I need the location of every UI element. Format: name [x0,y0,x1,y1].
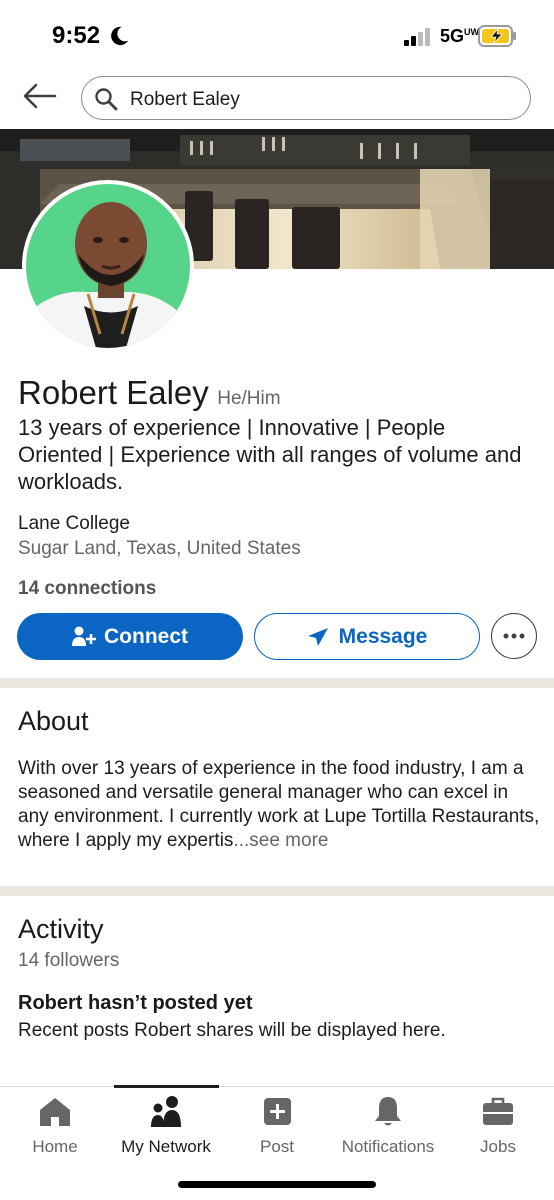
nav-label-home: Home [32,1137,78,1156]
send-icon [307,627,328,646]
status-bar: 9:52 5GUW [0,0,554,72]
profile-pronouns: He/Him [217,388,281,409]
signal-icon [404,28,430,46]
nav-notifications[interactable]: Notifications [333,1095,443,1157]
battery-charging-icon [478,25,516,47]
connections-count[interactable]: 14 connections [18,578,156,600]
about-title: About [18,706,89,736]
profile-name: Robert Ealey [18,374,209,411]
section-divider [0,678,554,688]
about-text[interactable]: With over 13 years of experience in the … [18,757,540,853]
profile-avatar[interactable] [22,180,194,352]
ellipsis-icon [503,633,525,639]
no-posts-subtitle: Recent posts Robert shares will be displ… [18,1020,446,1041]
home-indicator [178,1181,376,1188]
more-options-button[interactable] [491,613,537,659]
nav-label-jobs: Jobs [480,1137,516,1156]
see-more-link[interactable]: ...see more [233,830,328,851]
message-button[interactable]: Message [254,613,480,660]
avatar-photo [26,184,190,348]
nav-active-indicator [114,1085,219,1088]
activity-title: Activity [18,914,104,944]
add-person-icon [72,626,96,646]
profile-location: Sugar Land, Texas, United States [18,538,301,559]
no-posts-title: Robert hasn’t posted yet [18,992,253,1014]
briefcase-icon [483,1097,513,1125]
moon-icon [111,26,129,46]
nav-post[interactable]: Post [222,1095,332,1157]
nav-my-network[interactable]: My Network [111,1095,221,1157]
search-icon [95,88,118,111]
message-label: Message [338,624,428,648]
nav-jobs[interactable]: Jobs [443,1095,553,1157]
nav-label-my-network: My Network [121,1137,211,1156]
post-icon [264,1098,291,1125]
section-divider [0,886,554,896]
bell-icon [375,1097,401,1126]
connect-button[interactable]: Connect [17,613,243,660]
nav-label-notifications: Notifications [341,1137,435,1156]
back-arrow-icon[interactable] [22,82,58,110]
profile-name-line: Robert Ealey He/Him [18,374,281,412]
status-time: 9:52 [52,22,101,49]
network-icon [151,1096,181,1127]
profile-school[interactable]: Lane College [18,513,130,535]
search-query: Robert Ealey [130,89,240,110]
followers-count: 14 followers [18,950,120,971]
search-header: Robert Ealey [0,72,554,128]
nav-home[interactable]: Home [0,1095,110,1157]
connect-label: Connect [104,624,188,648]
network-type: 5GUW [440,26,480,46]
nav-label-post: Post [259,1137,295,1156]
home-icon [40,1098,70,1126]
profile-headline: 13 years of experience | Innovative | Pe… [18,415,522,494]
search-bar[interactable]: Robert Ealey [81,76,531,120]
